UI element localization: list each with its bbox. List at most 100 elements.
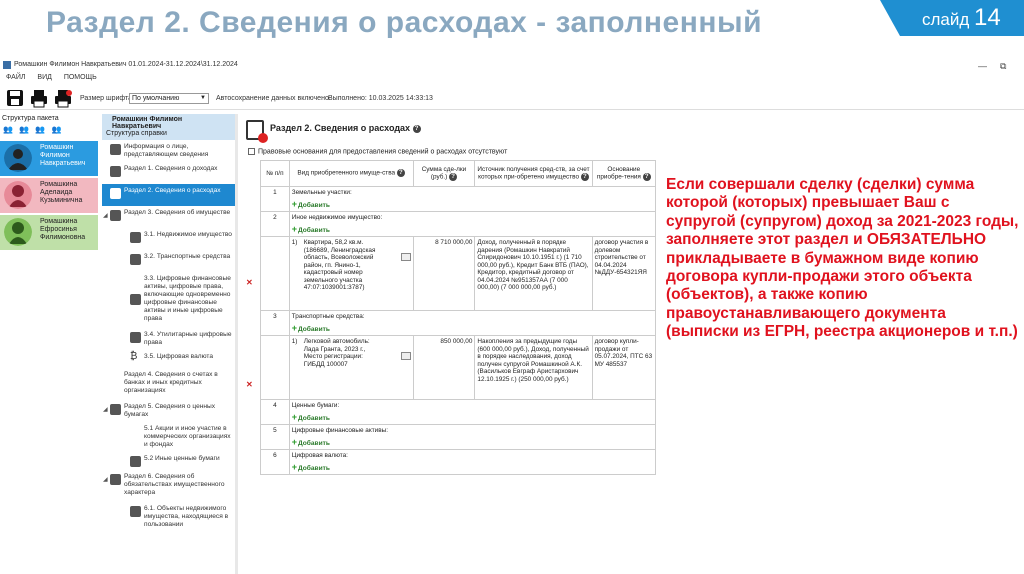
- menu-file[interactable]: ФАЙЛ: [6, 74, 25, 81]
- section-content: Раздел 2. Сведения о расходах ? Правовые…: [242, 114, 660, 574]
- add-button[interactable]: +Добавить: [292, 199, 330, 210]
- nav-item-section-1[interactable]: Раздел 1. Сведения о доходах: [102, 162, 237, 184]
- save-icon[interactable]: [6, 88, 24, 108]
- nav-item-section-5[interactable]: ◢ Раздел 5. Сведения о ценных бумагах: [102, 400, 237, 422]
- car-icon: [130, 254, 141, 265]
- report-structure-panel: Ромашкин Филимон Навкратьевич Структура …: [102, 114, 238, 574]
- expenses-table: № п/п Вид приобретенного имуще-ства ? Су…: [260, 160, 657, 475]
- section-title: Раздел 2. Сведения о расходах ?: [270, 123, 421, 133]
- nav-item-6-1[interactable]: 6.1. Объекты недвижимого имущества, нахо…: [102, 502, 237, 532]
- print-icon[interactable]: [30, 88, 48, 108]
- nav-item-3-3[interactable]: 3.3. Цифровые финансовые активы, цифровы…: [102, 272, 237, 328]
- person-name: Ромашкина Аделаида Кузьминична: [40, 181, 83, 204]
- menubar: ФАЙЛ ВИД ПОМОЩЬ: [0, 74, 101, 84]
- table-row: 5 Цифровые финансовые активы: +Добавить: [260, 424, 657, 450]
- group-name: Ценные бумаги:: [291, 402, 340, 409]
- annotation-emphasis: ОБЯЗАТЕЛЬНО: [866, 231, 987, 249]
- column-header: № п/п: [260, 160, 290, 187]
- add-button-label: Добавить: [298, 325, 330, 333]
- source-cell: Накопления за предыдущие годы (600 000,0…: [474, 335, 593, 400]
- nav-item-label: 3.3. Цифровые финансовые активы, цифровы…: [144, 275, 231, 322]
- help-icon[interactable]: ?: [642, 173, 651, 182]
- checkbox[interactable]: [248, 148, 255, 155]
- nav-item-5-1[interactable]: 5.1 Акции и иное участие в коммерческих …: [102, 422, 237, 452]
- avatar-woman-icon: [4, 181, 32, 209]
- nav-item-3-1[interactable]: 3.1. Недвижимое имущество: [102, 228, 237, 250]
- slide-badge-cut: [880, 0, 900, 36]
- bitcoin-icon: ₿: [130, 351, 138, 362]
- table-row[interactable]: 1) Легковой автомобиль: Лада Гранта, 2023…: [260, 335, 657, 400]
- item-number: 1): [291, 239, 298, 246]
- report-person-name: Ромашкин Филимон Навкратьевич: [112, 116, 183, 130]
- report-structure-title: Структура справки: [106, 130, 167, 137]
- person-card-2[interactable]: Ромашкина Аделаида Кузьминична: [0, 178, 98, 213]
- add-button[interactable]: +Добавить: [292, 412, 330, 423]
- expand-arrow-icon[interactable]: ◢: [103, 406, 108, 414]
- person-card-3[interactable]: Ромашкина Ефросинья Филимоновна: [0, 215, 98, 250]
- menu-help[interactable]: ПОМОЩЬ: [64, 74, 97, 81]
- table-header-row: № п/п Вид приобретенного имуще-ства ? Су…: [260, 160, 657, 187]
- table-row: 1 Земельные участки: +Добавить: [260, 186, 657, 212]
- edit-icon[interactable]: [400, 352, 411, 360]
- plus-icon: +: [291, 461, 297, 472]
- edit-icon[interactable]: [400, 253, 411, 261]
- nav-item-label: Информация о лице, представляющем сведен…: [124, 143, 209, 158]
- group-name: Цифровая валюта:: [291, 452, 348, 459]
- window-title: Ромашкин Филимон Навкратьевич 01.01.2024…: [14, 61, 238, 68]
- person-name: Ромашкина Ефросинья Филимоновна: [40, 218, 86, 241]
- no-legal-basis-checkbox-row[interactable]: Правовые основания для предоставления св…: [248, 148, 507, 155]
- source-cell: Доход, полученный в порядке дарения (Ром…: [474, 236, 593, 311]
- bank-icon: [110, 372, 121, 383]
- delete-icon[interactable]: ✕: [246, 278, 253, 287]
- done-status: Выполнено: 10.03.2025 14:33:13: [328, 95, 433, 102]
- person-card-1[interactable]: Ромашкин Филимон Навкратьевич: [0, 141, 98, 176]
- help-icon[interactable]: ?: [449, 173, 458, 182]
- nav-scrollbar[interactable]: [235, 114, 238, 574]
- window-titlebar: Ромашкин Филимон Навкратьевич 01.01.2024…: [0, 58, 1024, 72]
- slide-number-value: 14: [974, 4, 1001, 31]
- help-icon[interactable]: ?: [580, 173, 589, 182]
- asset-description: Квартира, 58,2 кв.м. (186689, Ленинградс…: [303, 239, 376, 291]
- column-header-text: Вид приобретенного имуще-ства: [297, 170, 396, 178]
- item-number: 1): [291, 338, 298, 345]
- add-button[interactable]: +Добавить: [292, 224, 330, 235]
- nav-item-section-6[interactable]: ◢ Раздел 6. Сведения об обязательствах им…: [102, 470, 237, 502]
- maximize-icon[interactable]: ⧉: [1000, 59, 1006, 73]
- font-size-value: По умолчанию: [132, 95, 180, 102]
- nav-item-label: 3.4. Утилитарные цифровые права: [144, 331, 232, 346]
- nav-item-section-3[interactable]: ◢ Раздел 3. Сведения об имуществе: [102, 206, 237, 228]
- nav-item-info[interactable]: Информация о лице, представляющем сведен…: [102, 140, 237, 162]
- chevron-down-icon: ▼: [200, 95, 206, 101]
- person-actions-icons[interactable]: 👥 👥 👥 👥: [0, 125, 98, 139]
- nav-item-3-4[interactable]: 3.4. Утилитарные цифровые права: [102, 328, 237, 350]
- nav-item-section-4[interactable]: Раздел 4. Сведения о счетах в банках и и…: [102, 368, 237, 400]
- nav-item-3-2[interactable]: 3.2. Транспортные средства: [102, 250, 237, 272]
- digital-rights-icon: [130, 332, 141, 343]
- nav-item-5-2[interactable]: 5.2 Иные ценные бумаги: [102, 452, 237, 470]
- expand-arrow-icon[interactable]: ◢: [103, 476, 108, 484]
- column-header-text: Сумма сде-лки (руб.): [421, 165, 467, 181]
- add-button[interactable]: +Добавить: [292, 437, 330, 448]
- add-button-label: Добавить: [298, 439, 330, 447]
- nav-item-label: Раздел 3. Сведения об имуществе: [124, 209, 231, 216]
- delete-icon[interactable]: ✕: [246, 380, 253, 389]
- nav-item-section-2[interactable]: Раздел 2. Сведения о расходах: [102, 184, 237, 206]
- person-name: Ромашкин Филимон Навкратьевич: [40, 144, 86, 167]
- amount-cell: 8 710 000,00: [412, 236, 476, 311]
- nav-item-3-5[interactable]: ₿ 3.5. Цифровая валюта: [102, 350, 237, 368]
- menu-view[interactable]: ВИД: [37, 74, 51, 81]
- nav-item-label: 5.2 Иные ценные бумаги: [144, 455, 220, 462]
- add-button[interactable]: +Добавить: [291, 461, 330, 473]
- add-button-label: Добавить: [298, 414, 330, 422]
- plus-icon: +: [291, 322, 297, 333]
- nav-item-label: 3.1. Недвижимое имущество: [144, 231, 232, 238]
- add-button[interactable]: +Добавить: [291, 322, 330, 334]
- minimize-icon[interactable]: —: [978, 59, 987, 73]
- expand-arrow-icon[interactable]: ◢: [103, 212, 108, 220]
- section-title-text: Раздел 2. Сведения о расходах: [270, 123, 411, 133]
- help-icon[interactable]: ?: [396, 169, 405, 178]
- table-row[interactable]: 1) Квартира, 58,2 кв.м. (186689, Ленингра…: [260, 236, 657, 311]
- print-red-icon[interactable]: [54, 88, 72, 108]
- font-size-select[interactable]: По умолчанию ▼: [129, 93, 209, 104]
- help-icon[interactable]: ?: [412, 124, 421, 133]
